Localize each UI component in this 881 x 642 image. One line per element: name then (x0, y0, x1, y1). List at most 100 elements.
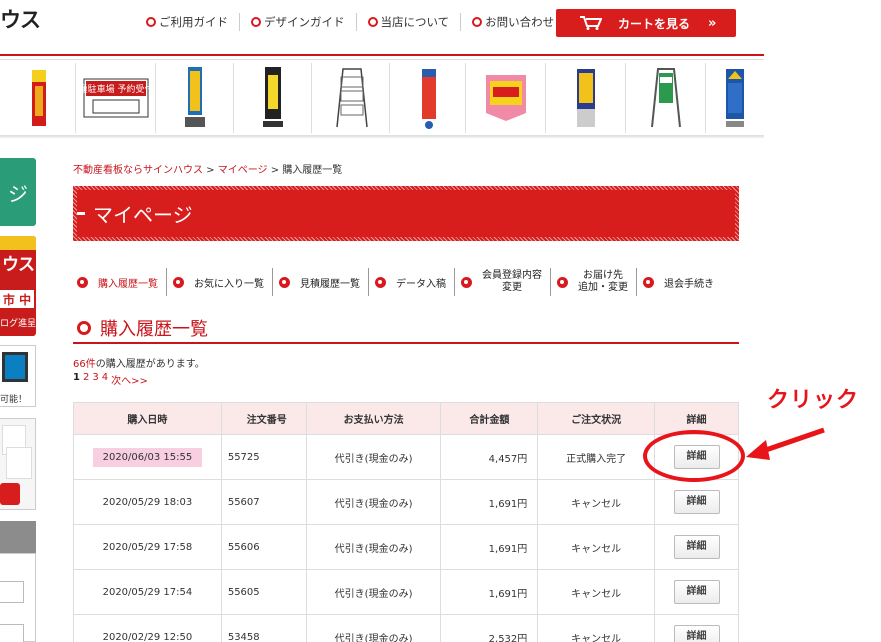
sidebar-catalog-banner[interactable]: ウス 市 中 ログ進呈 (0, 236, 36, 336)
detail-button[interactable]: 詳細 (673, 445, 720, 469)
breadcrumb-current: 購入履歴一覧 (282, 165, 343, 176)
sidebar-mypage-label: ジ (8, 181, 28, 206)
detail-button[interactable]: 詳細 (673, 490, 720, 514)
subnav-label-line1: お届け先 (583, 270, 623, 281)
cell-date: 2020/02/29 12:50 (73, 614, 222, 642)
nav-about-link[interactable]: 当店について (355, 13, 461, 31)
table-row: 2020/05/29 17:58 55606 代引き(現金のみ) 1,691円 … (73, 524, 739, 570)
banner-caption: ログ進呈 (0, 319, 36, 329)
product-stand-sign[interactable] (156, 63, 234, 133)
site-logo[interactable]: ウス (0, 4, 41, 34)
subnav-favorites[interactable]: お気に入り一覧 (166, 268, 272, 296)
circle-bullet-icon (472, 17, 483, 27)
stand-sign-image (184, 67, 205, 127)
sidebar-document-banner[interactable] (0, 418, 36, 510)
page-link[interactable]: 2 (83, 372, 89, 387)
detail-button[interactable]: 詳細 (673, 580, 720, 604)
title-dash-icon (77, 212, 85, 215)
cell-order: 55607 (220, 479, 307, 525)
product-a-frame[interactable] (626, 63, 706, 133)
product-lit-sign[interactable] (234, 63, 312, 133)
circle-bullet-icon (367, 17, 378, 27)
breadcrumb-separator: > (267, 165, 283, 176)
view-cart-button[interactable]: カートを見る » (556, 9, 736, 37)
arrow-bullet-icon (461, 276, 472, 288)
subnav-label: 見積履歴一覧 (300, 278, 360, 290)
nav-design-guide-label: デザインガイド (264, 15, 345, 29)
cell-order: 55725 (220, 434, 307, 480)
sidebar-data-banner[interactable]: 可能！ (0, 345, 36, 407)
detail-button[interactable]: 詳細 (673, 535, 720, 559)
nav-contact-link[interactable]: お問い合わせ (460, 13, 565, 31)
pamphlet-stand-image (335, 68, 368, 128)
table-row: 2020/06/03 15:55 55725 代引き(現金のみ) 4,457円 … (73, 434, 739, 480)
subnav-member-info[interactable]: 会員登録内容 変更 (454, 268, 550, 296)
col-header-payment: お支払い方法 (305, 402, 442, 435)
cell-status: キャンセル (537, 524, 656, 570)
cell-total: 2,532円 (440, 614, 539, 642)
breadcrumb-mypage-link[interactable]: マイページ (218, 165, 268, 176)
lit-sign-image (262, 67, 283, 127)
cell-date: 2020/05/29 18:03 (73, 479, 222, 525)
nav-design-guide-link[interactable]: デザインガイド (239, 13, 356, 31)
cell-detail: 詳細 (654, 569, 739, 615)
subnav-delivery-address[interactable]: お届け先 追加・変更 (550, 268, 636, 296)
subnav-label-line2: 変更 (502, 282, 522, 293)
breadcrumb-home-link[interactable]: 不動産看板ならサインハウス (73, 165, 203, 176)
cell-date: 2020/06/03 15:55 (73, 434, 222, 480)
table-row: 2020/05/29 18:03 55607 代引き(現金のみ) 1,691円 … (73, 479, 739, 525)
cell-detail: 詳細 (654, 479, 739, 525)
subnav-label: 退会手続き (664, 278, 714, 290)
product-nobori-flag[interactable] (0, 63, 76, 133)
page-current: 1 (73, 372, 80, 383)
cell-detail: 詳細 (654, 524, 739, 570)
subnav-quote-history[interactable]: 見積履歴一覧 (272, 268, 368, 296)
page-link[interactable]: 3 (92, 372, 98, 387)
cell-status: キャンセル (537, 569, 656, 615)
product-parking-sign[interactable]: 月極駐車場 予約受付中 (76, 63, 156, 133)
banner-subtitle: 市 中 (0, 290, 34, 308)
product-pamphlet-stand[interactable] (312, 63, 390, 133)
login-password-input[interactable] (0, 624, 24, 642)
cell-status: 正式購入完了 (537, 434, 656, 480)
monitor-icon (2, 352, 28, 382)
subnav-withdraw[interactable]: 退会手続き (636, 268, 722, 296)
top-nav: ご利用ガイド デザインガイド 当店について お問い合わせ (146, 13, 565, 31)
cell-total: 1,691円 (440, 569, 539, 615)
subnav-label: 会員登録内容 変更 (482, 270, 542, 294)
detail-button[interactable]: 詳細 (673, 625, 720, 642)
subnav-label-line1: 会員登録内容 (482, 270, 542, 281)
banner-yellow-band (0, 236, 36, 250)
product-a-board[interactable] (546, 63, 626, 133)
circle-bullet-icon (77, 321, 91, 335)
arrow-bullet-icon (643, 276, 654, 288)
page-title-inner: マイページ (77, 190, 735, 237)
click-annotation-label: クリック (767, 388, 860, 413)
section-title: 購入履歴一覧 (100, 319, 208, 340)
sidebar-mypage-button[interactable]: ジ (0, 158, 36, 226)
document-page (6, 447, 32, 479)
product-open-house-banner[interactable] (466, 63, 546, 133)
purchase-history-table: 購入日時 注文番号 お支払い方法 合計金額 ご注文状況 詳細 2020/06/0… (73, 402, 739, 642)
subnav-label: お届け先 追加・変更 (578, 270, 628, 294)
product-open-house-stand[interactable] (706, 63, 764, 133)
page-title-bar: マイページ (73, 186, 739, 241)
cell-payment: 代引き(現金のみ) (305, 524, 442, 570)
history-count-number: 66件 (73, 359, 96, 370)
subnav-data-upload[interactable]: データ入稿 (368, 268, 454, 296)
arrow-bullet-icon (173, 276, 184, 288)
product-open-house-flag[interactable] (390, 63, 466, 133)
circle-bullet-icon (146, 17, 156, 27)
cell-payment: 代引き(現金のみ) (305, 614, 442, 642)
strip-bottom-rule (0, 135, 764, 138)
page-link[interactable]: 4 (102, 372, 108, 387)
col-header-date: 購入日時 (73, 402, 222, 435)
arrow-bullet-icon (375, 276, 386, 288)
subnav-purchase-history[interactable]: 購入履歴一覧 (73, 268, 166, 296)
login-id-input[interactable] (0, 581, 24, 603)
cell-date: 2020/05/29 17:58 (73, 524, 222, 570)
page-next-link[interactable]: 次へ>> (111, 372, 148, 387)
arrow-bullet-icon (557, 276, 568, 288)
nav-guide-link[interactable]: ご利用ガイド (146, 13, 239, 31)
document-badge (0, 483, 20, 505)
